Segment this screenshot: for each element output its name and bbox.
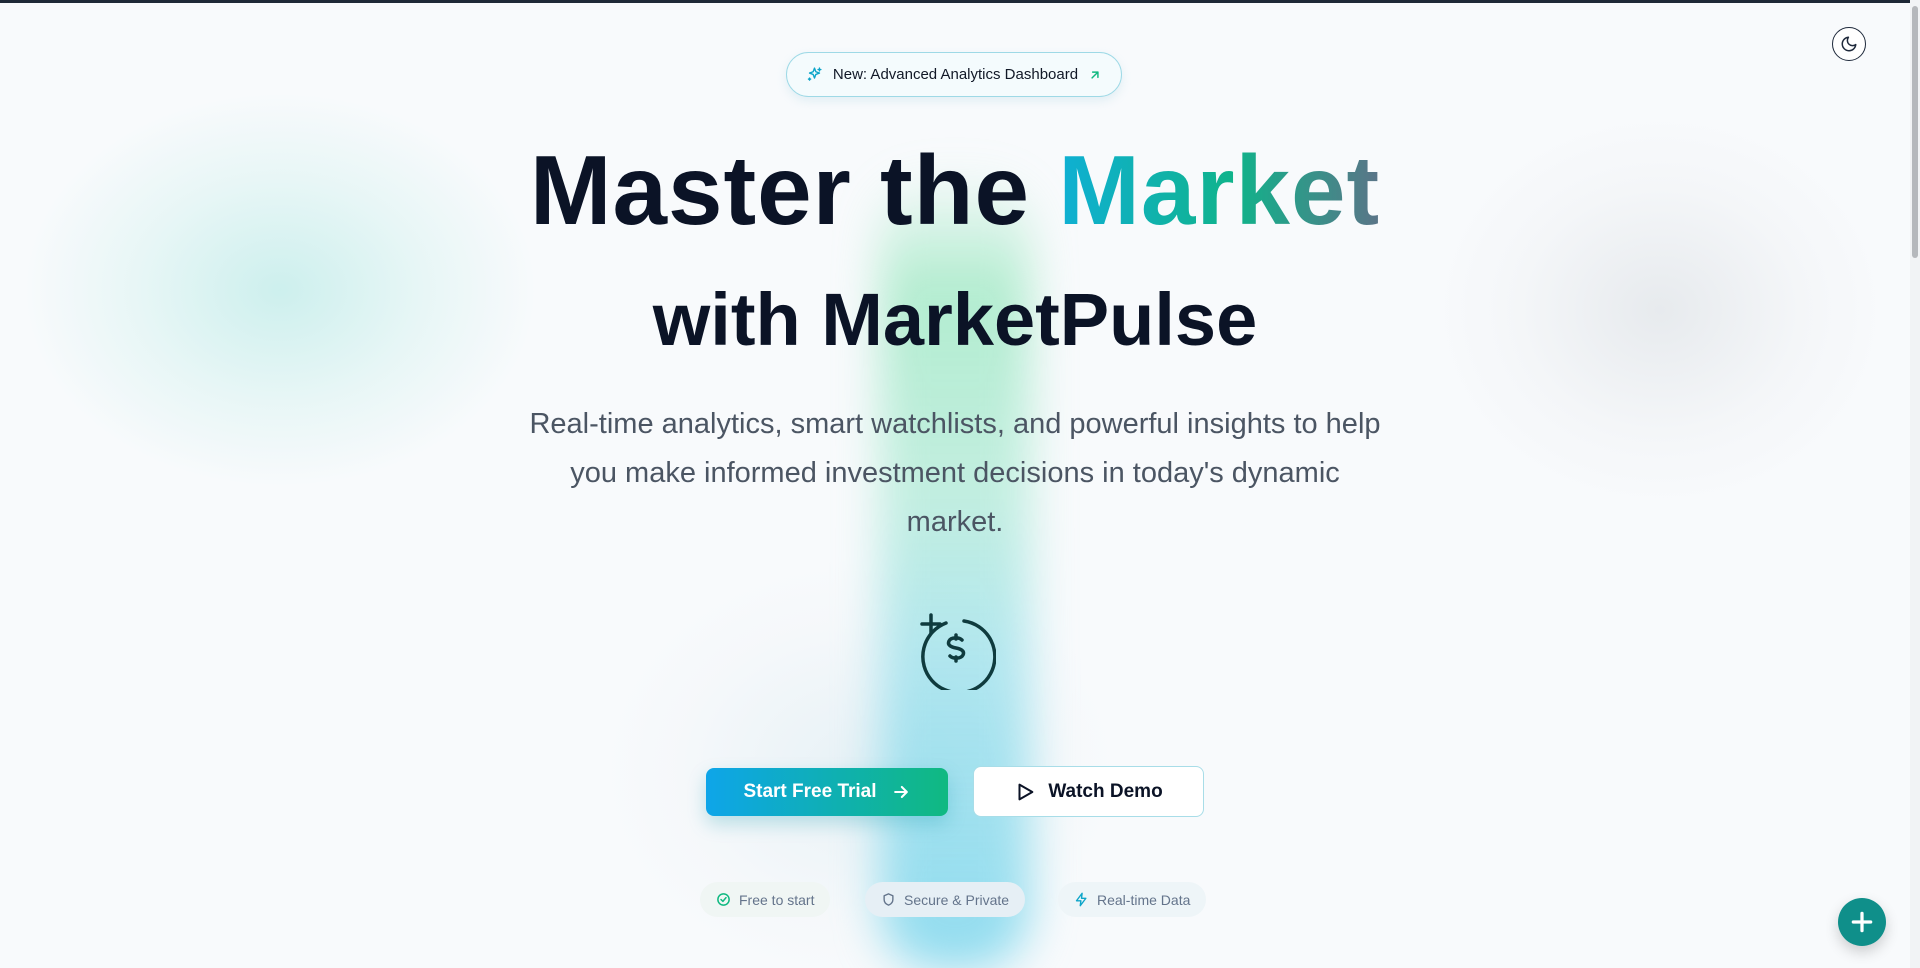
feature-label: Free to start	[739, 891, 815, 908]
arrow-up-right-icon	[1091, 70, 1099, 79]
start-free-trial-label: Start Free Trial	[743, 781, 877, 802]
sparkles-icon	[807, 67, 822, 81]
hero-title-part1: Master the	[529, 135, 1059, 245]
feature-chip-secure: Secure & Private	[865, 882, 1026, 917]
announcement-badge[interactable]: New: Advanced Analytics Dashboard	[786, 52, 1122, 97]
floating-add-button[interactable]	[1838, 898, 1886, 946]
hero-title-line2: with MarketPulse	[652, 278, 1258, 361]
top-border	[0, 0, 1920, 3]
background-glow-center	[600, 560, 1120, 968]
plus-icon	[1851, 911, 1873, 933]
check-circle-icon	[717, 893, 730, 906]
scrollbar-thumb[interactable]	[1912, 6, 1918, 258]
theme-toggle-button[interactable]	[1832, 27, 1866, 61]
moon-icon	[1841, 36, 1857, 52]
start-free-trial-button[interactable]: Start Free Trial	[706, 768, 948, 816]
hero-title: Master the Market	[0, 130, 1910, 250]
feature-chip-free: Free to start	[700, 882, 831, 917]
feature-label: Real-time Data	[1097, 891, 1191, 908]
arrow-right-icon	[893, 785, 908, 799]
badge-label: New: Advanced Analytics Dashboard	[832, 66, 1079, 83]
landing-page: New: Advanced Analytics Dashboard Master…	[0, 0, 1920, 968]
circle-dollar-plus-icon	[920, 613, 996, 690]
hero-title-highlight: Market	[1058, 135, 1381, 245]
play-icon	[1018, 783, 1034, 800]
hero-subtitle: Real-time analytics, smart watchlists, a…	[529, 408, 1381, 538]
watch-demo-button[interactable]: Watch Demo	[973, 766, 1204, 817]
feature-label: Secure & Private	[904, 891, 1010, 908]
watch-demo-label: Watch Demo	[1048, 780, 1163, 802]
shield-icon	[883, 893, 894, 906]
lightning-icon	[1075, 892, 1087, 907]
feature-chip-realtime: Real-time Data	[1058, 882, 1207, 917]
